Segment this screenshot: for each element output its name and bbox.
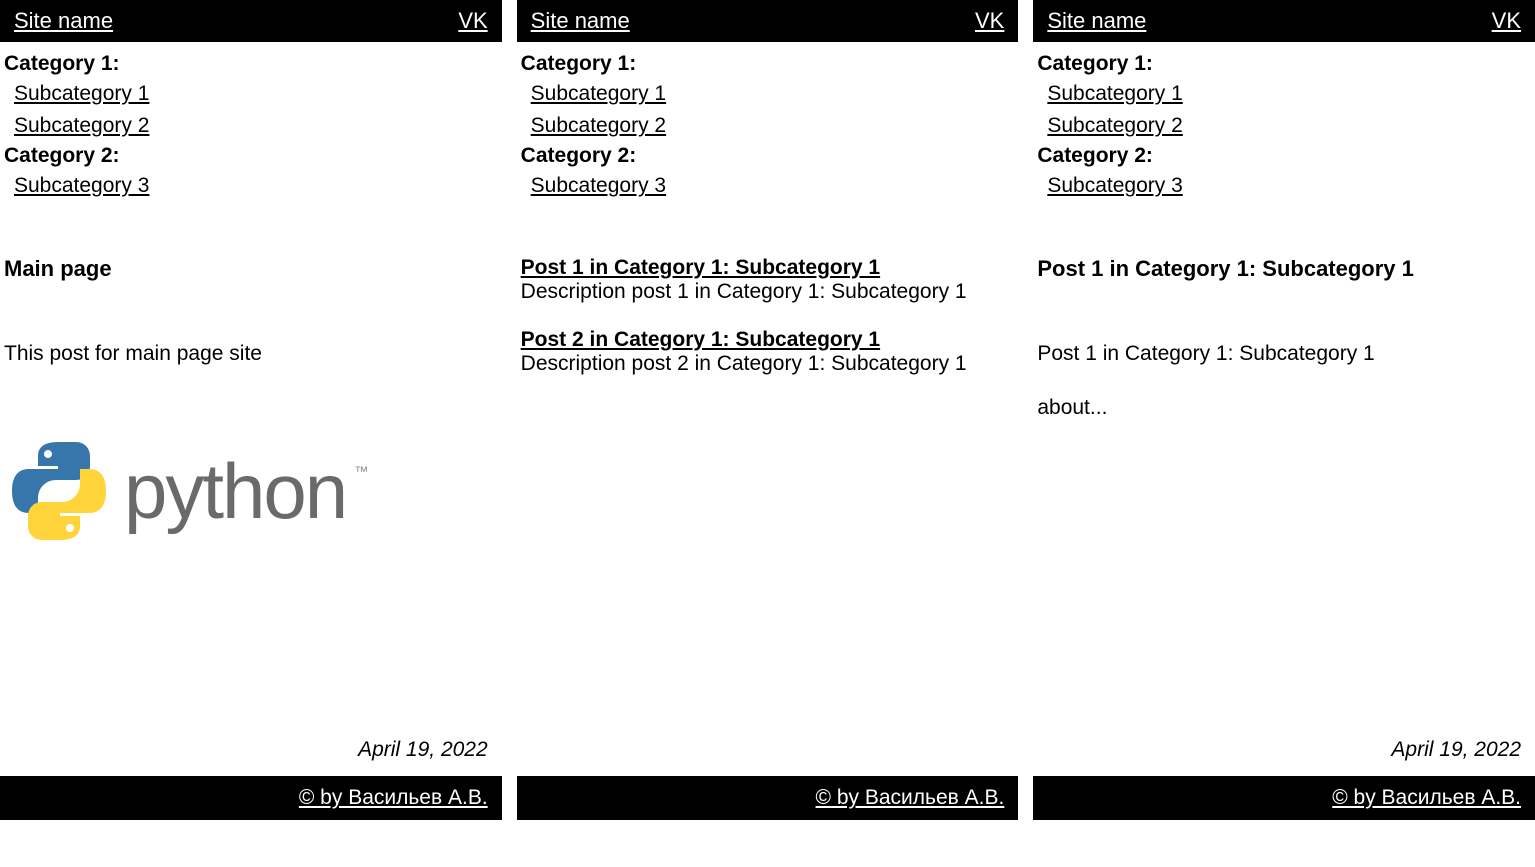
category-1-label: Category 1: [0,50,502,78]
main-page-title: Main page [4,256,498,282]
header-bar: Site name VK [0,0,502,42]
post-2-desc: Description post 2 in Category 1: Subcat… [521,352,1015,376]
vk-link[interactable]: VK [975,8,1004,34]
content-detail: Post 1 in Category 1: Subcategory 1 Post… [1033,206,1535,730]
subcategory-1-link[interactable]: Subcategory 1 [1033,78,1535,110]
detail-body: Post 1 in Category 1: Subcategory 1 [1037,342,1531,366]
copyright-link[interactable]: © by Васильев А.В. [816,786,1005,809]
category-1-label: Category 1: [1033,50,1535,78]
panel-detail: Site name VK Category 1: Subcategory 1 S… [1033,0,1535,820]
subcategory-3-link[interactable]: Subcategory 3 [0,170,502,202]
subcategory-2-link[interactable]: Subcategory 2 [0,110,502,142]
content-main: Main page This post for main page site p… [0,206,502,730]
vk-link[interactable]: VK [458,8,487,34]
panel-main: Site name VK Category 1: Subcategory 1 S… [0,0,502,820]
post-1-desc: Description post 1 in Category 1: Subcat… [521,280,1015,304]
footer-bar: © by Васильев А.В. [1033,776,1535,820]
subcategory-2-link[interactable]: Subcategory 2 [517,110,1019,142]
content-list: Post 1 in Category 1: Subcategory 1 Desc… [517,206,1019,776]
subcategory-1-link[interactable]: Subcategory 1 [517,78,1019,110]
footer-bar: © by Васильев А.В. [517,776,1019,820]
python-logo-row: python ™ [4,436,498,546]
category-1-label: Category 1: [517,50,1019,78]
main-page-body: This post for main page site [4,342,498,366]
site-name-link[interactable]: Site name [531,8,630,34]
nav: Category 1: Subcategory 1 Subcategory 2 … [517,42,1019,206]
subcategory-2-link[interactable]: Subcategory 2 [1033,110,1535,142]
python-logo-icon [4,436,114,546]
post-date: April 19, 2022 [1033,730,1535,776]
footer-bar: © by Васильев А.В. [0,776,502,820]
detail-title: Post 1 in Category 1: Subcategory 1 [1037,256,1531,282]
category-2-label: Category 2: [517,142,1019,170]
site-name-link[interactable]: Site name [1047,8,1146,34]
vk-link[interactable]: VK [1492,8,1521,34]
header-bar: Site name VK [1033,0,1535,42]
subcategory-1-link[interactable]: Subcategory 1 [0,78,502,110]
detail-about: about... [1037,396,1531,420]
post-date: April 19, 2022 [0,730,502,776]
trademark-icon: ™ [354,463,368,479]
python-logo-text: python [124,446,346,537]
category-2-label: Category 2: [1033,142,1535,170]
post-1-link[interactable]: Post 1 in Category 1: Subcategory 1 [521,256,1015,280]
copyright-link[interactable]: © by Васильев А.В. [299,786,488,809]
category-2-label: Category 2: [0,142,502,170]
nav: Category 1: Subcategory 1 Subcategory 2 … [0,42,502,206]
nav: Category 1: Subcategory 1 Subcategory 2 … [1033,42,1535,206]
header-bar: Site name VK [517,0,1019,42]
subcategory-3-link[interactable]: Subcategory 3 [1033,170,1535,202]
panel-list: Site name VK Category 1: Subcategory 1 S… [517,0,1019,820]
post-2-link[interactable]: Post 2 in Category 1: Subcategory 1 [521,328,1015,352]
subcategory-3-link[interactable]: Subcategory 3 [517,170,1019,202]
site-name-link[interactable]: Site name [14,8,113,34]
copyright-link[interactable]: © by Васильев А.В. [1332,786,1521,809]
